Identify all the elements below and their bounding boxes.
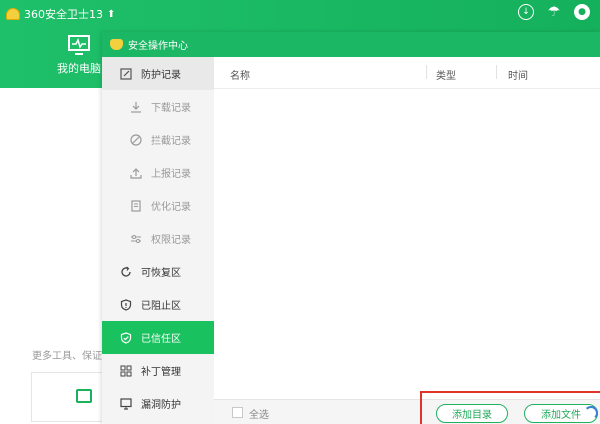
grid-icon bbox=[120, 365, 132, 377]
sidebar-item-label: 漏洞防护 bbox=[141, 400, 181, 411]
column-divider[interactable] bbox=[496, 65, 497, 79]
app-title-text: 360安全卫士13 bbox=[24, 8, 103, 21]
select-all-label[interactable]: 全选 bbox=[249, 406, 269, 421]
dialog-content: 名称 类型 时间 全选 添加目录 添加文件 bbox=[214, 57, 600, 424]
sidebar-item-label: 下载记录 bbox=[151, 103, 191, 114]
column-header-time[interactable]: 时间 bbox=[508, 67, 528, 82]
monitor-icon bbox=[120, 397, 132, 410]
restore-icon bbox=[120, 266, 132, 278]
document-icon bbox=[130, 199, 142, 212]
sidebar-item-blocked[interactable]: 已阻止区 bbox=[102, 288, 214, 321]
sidebar-item-download-records[interactable]: 下载记录 bbox=[102, 90, 214, 123]
sidebar-item-vulnerability-protection[interactable]: 漏洞防护 bbox=[102, 387, 214, 420]
add-directory-button[interactable]: 添加目录 bbox=[436, 404, 508, 423]
app-title: 360安全卫士13 ⬆ bbox=[6, 6, 115, 22]
monitor-pulse-icon bbox=[68, 35, 90, 55]
sidebar-item-label: 可恢复区 bbox=[141, 268, 181, 279]
cursor-arc-icon bbox=[584, 406, 598, 420]
sidebar-item-label: 已阻止区 bbox=[141, 301, 181, 312]
top-right-icons: ↓ ☂ ● bbox=[518, 4, 590, 20]
sidebar-item-label: 拦截记录 bbox=[151, 136, 191, 147]
shield-check-icon bbox=[120, 331, 132, 344]
shield-edit-icon bbox=[120, 67, 132, 80]
block-icon bbox=[130, 133, 142, 146]
sliders-icon bbox=[130, 233, 142, 245]
umbrella-icon[interactable]: ☂ bbox=[546, 4, 562, 20]
sidebar-item-report-records[interactable]: 上报记录 bbox=[102, 156, 214, 189]
tool-card[interactable] bbox=[31, 372, 111, 422]
dialog-logo-icon bbox=[110, 39, 123, 50]
column-header-name[interactable]: 名称 bbox=[230, 67, 250, 82]
table-header: 名称 类型 时间 bbox=[214, 57, 600, 89]
sidebar-item-trusted[interactable]: 已信任区 bbox=[102, 321, 214, 354]
sidebar-item-label: 权限记录 bbox=[151, 235, 191, 246]
column-header-type[interactable]: 类型 bbox=[436, 67, 456, 82]
tool-monitor-icon bbox=[76, 389, 92, 403]
sidebar-item-optimize-records[interactable]: 优化记录 bbox=[102, 189, 214, 222]
avatar-icon[interactable]: ● bbox=[574, 4, 590, 20]
shield-blocked-icon bbox=[120, 298, 132, 311]
sidebar-item-recoverable[interactable]: 可恢复区 bbox=[102, 255, 214, 288]
nav-my-computer[interactable]: 我的电脑 bbox=[54, 34, 104, 76]
dialog-sidebar: 防护记录 下载记录 拦截记录 上报记录 优化记录 权限记录 可恢复区 已阻止区 … bbox=[102, 57, 214, 424]
sidebar-item-label: 上报记录 bbox=[151, 169, 191, 180]
sidebar-item-protection-records[interactable]: 防护记录 bbox=[102, 57, 214, 90]
column-divider[interactable] bbox=[426, 65, 427, 79]
table-body bbox=[214, 89, 600, 399]
download-icon bbox=[130, 101, 142, 113]
download-circle-icon[interactable]: ↓ bbox=[518, 4, 534, 20]
sidebar-item-permission-records[interactable]: 权限记录 bbox=[102, 222, 214, 255]
sidebar-item-block-records[interactable]: 拦截记录 bbox=[102, 123, 214, 156]
sidebar-item-label: 已信任区 bbox=[141, 334, 181, 345]
dialog-titlebar: 安全操作中心 bbox=[102, 32, 600, 57]
dialog-footer: 全选 添加目录 添加文件 bbox=[214, 399, 600, 424]
upload-icon bbox=[130, 167, 142, 179]
select-all-checkbox[interactable] bbox=[232, 407, 243, 418]
dialog-title: 安全操作中心 bbox=[128, 41, 188, 52]
nav-my-computer-label: 我的电脑 bbox=[57, 62, 101, 75]
more-tools-text: 更多工具、保证 bbox=[32, 351, 102, 362]
upgrade-arrow-icon[interactable]: ⬆ bbox=[107, 9, 115, 20]
sidebar-item-patch-management[interactable]: 补丁管理 bbox=[102, 354, 214, 387]
security-center-dialog: 安全操作中心 防护记录 下载记录 拦截记录 上报记录 优化记录 权限记录 可恢复… bbox=[102, 32, 600, 424]
sidebar-item-label: 防护记录 bbox=[141, 70, 181, 81]
sidebar-item-label: 补丁管理 bbox=[141, 367, 181, 378]
sidebar-item-label: 优化记录 bbox=[151, 202, 191, 213]
app-logo-icon bbox=[6, 8, 20, 20]
